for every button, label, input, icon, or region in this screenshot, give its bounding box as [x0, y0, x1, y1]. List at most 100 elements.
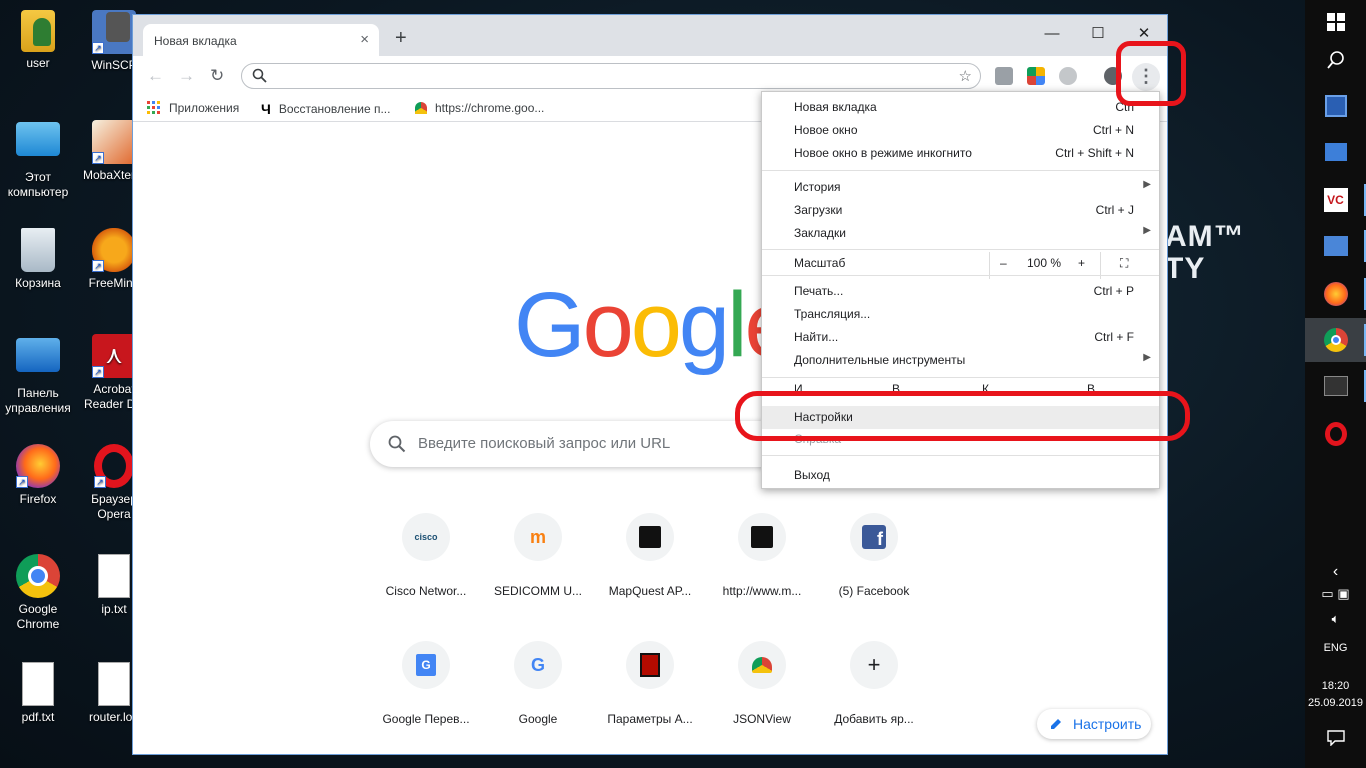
customize-label: Настроить: [1073, 716, 1142, 732]
shortcut-tile[interactable]: f (5) Facebook: [818, 513, 930, 598]
language-indicator[interactable]: ENG: [1305, 642, 1366, 654]
shortcut-tile[interactable]: Параметры А...: [594, 641, 706, 726]
floppy-icon: [1324, 95, 1347, 117]
tile-label: JSONView: [733, 712, 791, 726]
desktop-icon-firefox[interactable]: ↗ Firefox: [0, 444, 76, 507]
photos-extension-icon[interactable]: [1027, 67, 1045, 85]
search-button[interactable]: [1305, 38, 1366, 82]
shortcut-tile[interactable]: G Google Перев...: [370, 641, 482, 726]
shortcut-tile[interactable]: MapQuest AP...: [594, 513, 706, 598]
chrome-store-icon: [738, 641, 786, 689]
reload-button[interactable]: ↻: [210, 66, 224, 86]
text-file-icon: [22, 662, 54, 706]
zoom-in-button[interactable]: +: [1078, 252, 1085, 275]
forward-button[interactable]: →: [178, 66, 195, 86]
computer-icon: [16, 122, 60, 156]
tile-label: MapQuest AP...: [608, 584, 692, 598]
chrome-icon: [16, 554, 60, 598]
minimize-button[interactable]: —: [1029, 20, 1075, 48]
clock-time[interactable]: 18:20: [1305, 680, 1366, 692]
taskbar-app-firefox[interactable]: [1305, 272, 1366, 316]
new-tab-button[interactable]: +: [395, 27, 407, 50]
remote-desktop-icon: [1323, 236, 1348, 256]
menu-item-label: Загрузки: [794, 203, 843, 217]
menu-item-print[interactable]: Печать... Ctrl + P: [762, 280, 1159, 303]
volume-button[interactable]: 🔈︎: [1305, 604, 1366, 634]
desktop-icon-label: user: [26, 56, 50, 70]
tile-label: SEDICOMM U...: [493, 584, 582, 598]
bookmark-star-icon[interactable]: ☆: [959, 67, 972, 85]
address-bar[interactable]: ☆: [241, 63, 981, 89]
clock-date[interactable]: 25.09.2019: [1305, 697, 1366, 709]
fullscreen-icon[interactable]: ⛶: [1120, 252, 1128, 275]
shortcut-tile[interactable]: http://www.m...: [706, 513, 818, 598]
firefox-icon: [1323, 282, 1348, 306]
desktop-icon-control-panel[interactable]: Панель управления: [0, 338, 76, 416]
bookmark-chrome-store[interactable]: https://chrome.goo...: [415, 101, 544, 115]
taskbar-app-chrome[interactable]: [1305, 318, 1366, 362]
tab-new-tab[interactable]: Новая вкладка ×: [143, 24, 379, 56]
shortcut-tile[interactable]: JSONView: [706, 641, 818, 726]
vnc-icon: VC: [1323, 188, 1348, 212]
desktop-icon-user[interactable]: user: [0, 10, 76, 71]
zoom-out-button[interactable]: –: [1000, 252, 1007, 275]
bookmark-recovery[interactable]: Ч Восстановление п...: [261, 101, 390, 117]
shortcut-tile[interactable]: m SEDICOMM U...: [482, 513, 594, 598]
taskbar-app-terminal[interactable]: [1305, 364, 1366, 408]
menu-separator: [762, 249, 1159, 250]
taskbar-app-opera[interactable]: [1305, 412, 1366, 456]
control-panel-icon: [16, 338, 60, 372]
bookmark-apps[interactable]: Приложения: [147, 101, 239, 115]
text-file-icon: [98, 662, 130, 706]
menu-item-cast[interactable]: Трансляция...: [762, 303, 1159, 326]
desktop-icon-recycle-bin[interactable]: Корзина: [0, 228, 76, 291]
pencil-icon: [1051, 719, 1061, 729]
mapquest-icon: [738, 513, 786, 561]
back-button[interactable]: ←: [147, 66, 164, 86]
add-shortcut-tile[interactable]: + Добавить яр...: [818, 641, 930, 726]
tile-label: Google Перев...: [382, 712, 470, 726]
tile-label: Cisco Networ...: [385, 584, 467, 598]
search-icon: [388, 435, 406, 453]
acrobat-extension-icon[interactable]: [995, 67, 1013, 85]
menu-separator: [762, 455, 1159, 456]
menu-item-incognito[interactable]: Новое окно в режиме инкогнито Ctrl + Shif…: [762, 142, 1159, 165]
json-extension-icon[interactable]: [1059, 67, 1077, 85]
wallpaper-text-2: TY: [1165, 252, 1206, 285]
search-placeholder: Введите поисковый запрос или URL: [418, 435, 671, 452]
chrome-store-icon: [415, 102, 427, 114]
menu-item-shortcut: Ctrl + Shift + N: [1055, 146, 1134, 160]
taskbar-app-network[interactable]: [1305, 130, 1366, 174]
menu-item-label: Дополнительные инструменты: [794, 353, 966, 367]
action-center-button[interactable]: [1305, 716, 1366, 760]
desktop-icon-pdf-txt[interactable]: pdf.txt: [0, 662, 76, 725]
taskbar-app-remote[interactable]: [1305, 224, 1366, 268]
tile-label: (5) Facebook: [838, 584, 910, 598]
customize-button[interactable]: Настроить: [1037, 709, 1151, 739]
google-logo: Google: [514, 279, 796, 371]
shortcut-arrow-icon: ↗: [92, 152, 104, 164]
shortcut-tile[interactable]: cisco Cisco Networ...: [370, 513, 482, 598]
menu-item-more-tools[interactable]: Дополнительные инструменты ▶: [762, 349, 1159, 372]
taskbar-app-save[interactable]: [1305, 84, 1366, 128]
maximize-button[interactable]: ☐: [1075, 20, 1121, 48]
menu-item-bookmarks[interactable]: Закладки ▶: [762, 222, 1159, 245]
menu-item-label: Трансляция...: [794, 307, 871, 321]
recycle-bin-icon: [21, 228, 55, 272]
zoom-value: 100 %: [1026, 256, 1062, 270]
menu-item-downloads[interactable]: Загрузки Ctrl + J: [762, 199, 1159, 222]
shortcut-tile[interactable]: G Google: [482, 641, 594, 726]
tab-close-icon[interactable]: ×: [360, 31, 369, 48]
menu-item-exit[interactable]: Выход: [762, 464, 1159, 487]
logo-letter: o: [630, 274, 682, 376]
menu-item-shortcut: Ctrl + P: [1093, 284, 1134, 298]
taskbar-app-vnc[interactable]: VC: [1305, 178, 1366, 222]
mapquest-icon: [626, 513, 674, 561]
menu-item-new-tab[interactable]: Новая вкладка Ctrl: [762, 96, 1159, 119]
desktop-icon-this-pc[interactable]: Этот компьютер: [0, 118, 76, 200]
desktop-icon-google-chrome[interactable]: Google Chrome: [0, 554, 76, 632]
menu-item-history[interactable]: История ▶: [762, 176, 1159, 199]
menu-item-find[interactable]: Найти... Ctrl + F: [762, 326, 1159, 349]
menu-item-new-window[interactable]: Новое окно Ctrl + N: [762, 119, 1159, 142]
network-icon: [1324, 143, 1347, 161]
